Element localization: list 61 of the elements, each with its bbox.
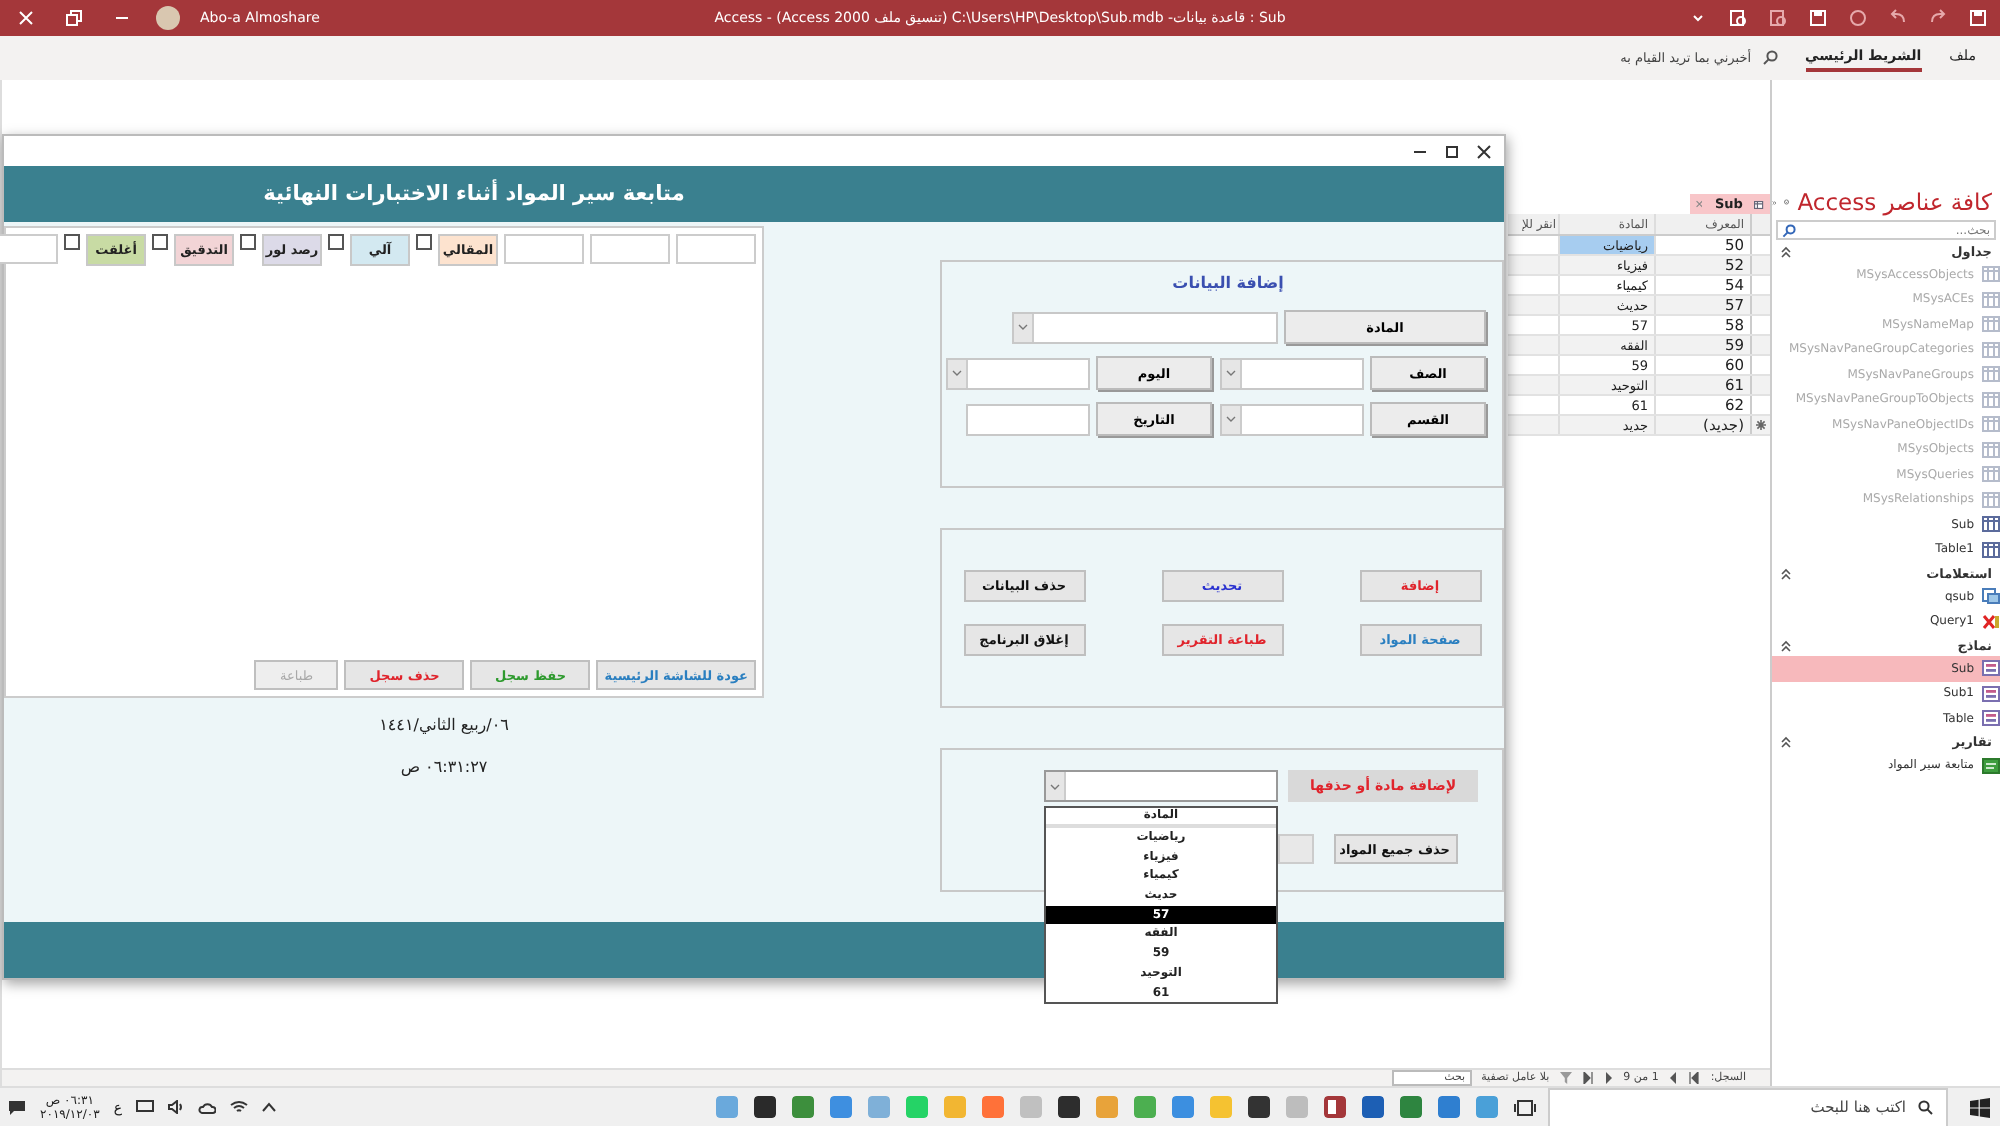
pane-title: كافة عناصر Access — [1797, 188, 1992, 216]
input-field[interactable] — [590, 234, 670, 264]
checkbox[interactable] — [328, 234, 344, 250]
task-view-icon[interactable] — [1514, 1097, 1536, 1117]
broken-query-icon — [1982, 613, 2000, 630]
app-icon[interactable] — [754, 1096, 776, 1118]
input-field[interactable] — [1278, 834, 1314, 864]
save-icon[interactable] — [1968, 8, 1988, 28]
restore-icon — [66, 10, 82, 26]
caret-icon — [1226, 416, 1236, 422]
notification-icon[interactable] — [8, 1099, 26, 1115]
app-icon[interactable] — [1058, 1096, 1080, 1118]
caret-icon — [1050, 783, 1060, 789]
print-preview-icon[interactable] — [1768, 8, 1788, 28]
cloud-icon[interactable] — [198, 1101, 217, 1113]
checkbox[interactable] — [64, 234, 80, 250]
refresh-icon[interactable] — [1848, 8, 1868, 28]
search-icon — [1782, 223, 1796, 237]
search-icon — [1761, 50, 1778, 66]
dropdown-icon[interactable] — [1784, 194, 1790, 210]
wifi-icon[interactable] — [230, 1100, 249, 1114]
caret-icon — [1018, 324, 1028, 330]
print-preview-icon[interactable] — [1728, 8, 1748, 28]
caret-icon — [952, 370, 962, 376]
save-icon[interactable] — [1808, 8, 1828, 28]
undo-icon[interactable] — [1888, 8, 1908, 28]
last-record-icon[interactable] — [1581, 1072, 1594, 1084]
table-icon — [1754, 197, 1764, 211]
checkbox[interactable] — [240, 234, 256, 250]
display-icon[interactable] — [136, 1100, 155, 1114]
form-icon — [1982, 660, 2000, 677]
app-icon[interactable] — [1248, 1096, 1270, 1118]
input-field[interactable] — [676, 234, 756, 264]
close-icon — [18, 10, 34, 26]
combo-box[interactable] — [1044, 770, 1278, 802]
redo-icon[interactable] — [1928, 8, 1948, 28]
next-record-icon[interactable] — [1603, 1072, 1614, 1084]
app-icon[interactable] — [1362, 1096, 1384, 1118]
input-field[interactable] — [966, 403, 1090, 435]
checkbox[interactable] — [416, 234, 432, 250]
group-title: إضافة البيانات — [1170, 274, 1286, 296]
restore-button[interactable] — [60, 6, 88, 30]
search-icon — [1918, 1099, 1934, 1115]
caret-icon — [1226, 370, 1236, 376]
input-field[interactable] — [504, 234, 584, 264]
hijri-date: ٠٦/ربيع الثاني/١٤٤١ — [377, 716, 509, 734]
speaker-icon[interactable] — [168, 1100, 185, 1114]
close-icon[interactable] — [1476, 143, 1492, 159]
maximize-icon[interactable] — [1444, 143, 1460, 159]
time-text: ٠٦:٣١:٢٧ ص — [398, 758, 488, 776]
windows-icon — [1970, 1097, 1990, 1117]
input-field[interactable] — [0, 234, 58, 264]
checkbox[interactable] — [152, 234, 168, 250]
access-icon[interactable] — [1324, 1096, 1346, 1118]
avatar — [156, 6, 180, 30]
report-icon — [1982, 757, 2000, 774]
new-record-icon — [1756, 420, 1766, 430]
chevron-up-icon[interactable] — [262, 1102, 277, 1112]
form-title: متابعة سير المواد أثناء الاختبارات النهائية — [261, 182, 687, 206]
first-record-icon[interactable] — [1688, 1072, 1701, 1084]
previous-record-icon[interactable] — [1668, 1072, 1679, 1084]
